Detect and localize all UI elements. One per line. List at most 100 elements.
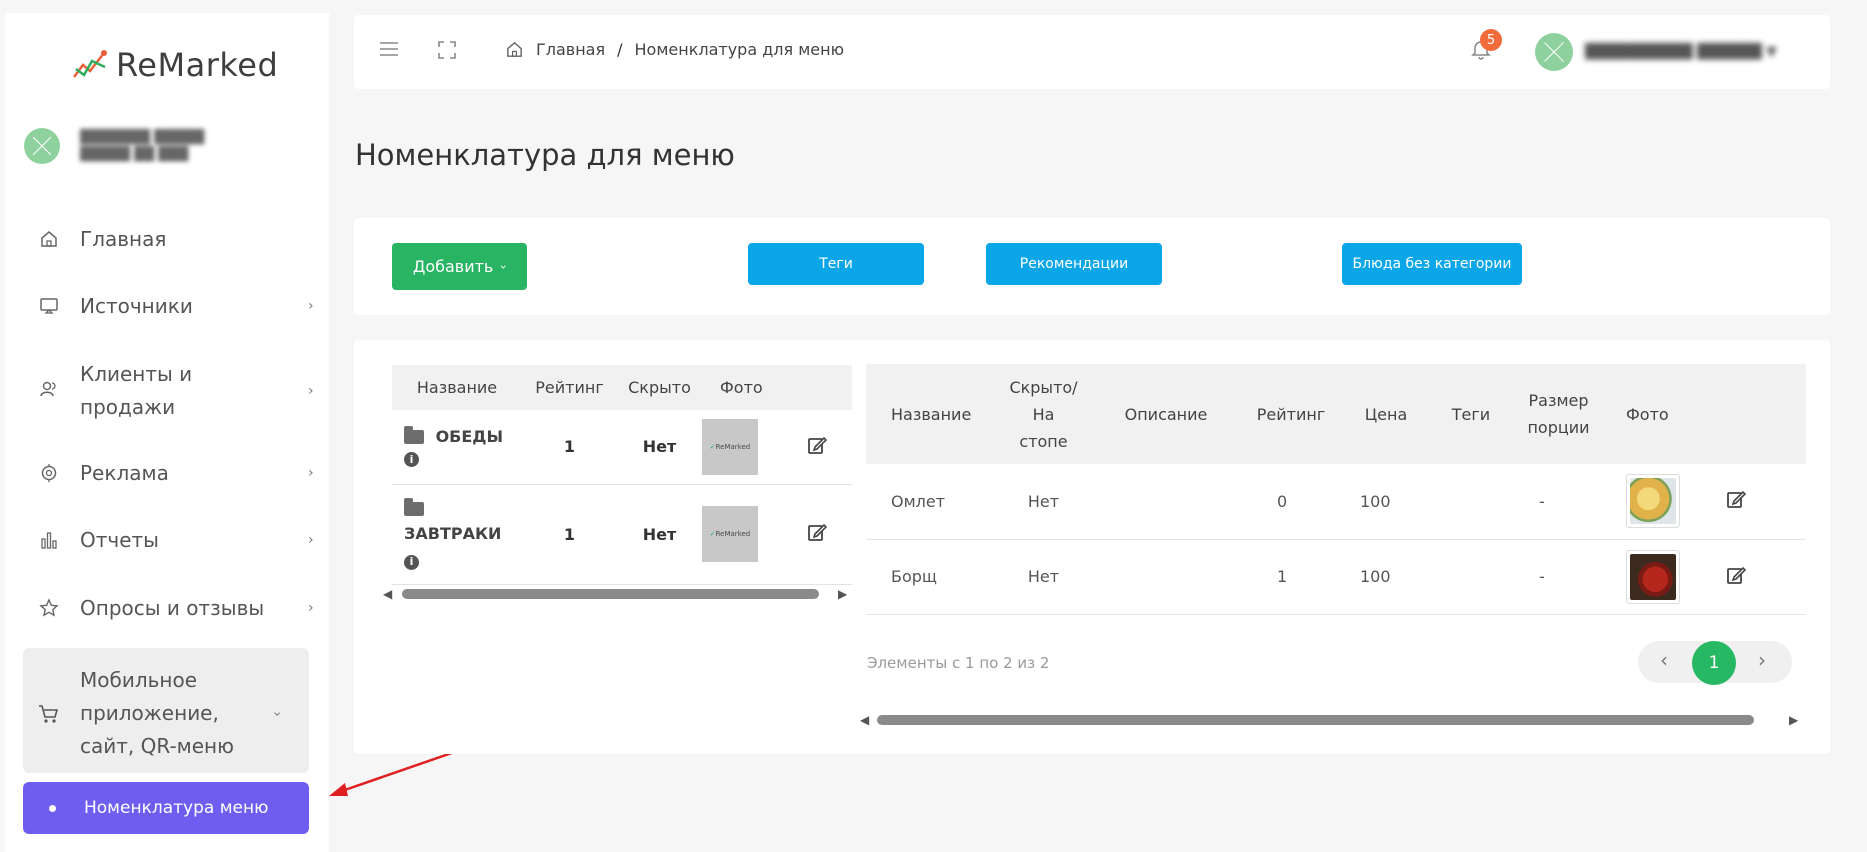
edit-icon[interactable] — [807, 436, 828, 459]
column-header[interactable]: Цена — [1341, 364, 1431, 464]
dish-thumbnail-omelet — [1626, 474, 1680, 529]
notification-badge: 5 — [1480, 29, 1502, 51]
info-icon[interactable]: i — [404, 554, 419, 570]
pagination-info: Элементы с 1 по 2 из 2 — [867, 654, 1050, 672]
sidebar-item-ads[interactable]: Реклама › — [38, 461, 314, 485]
edit-icon[interactable] — [1726, 491, 1747, 513]
pagination-current-page[interactable]: 1 — [1692, 641, 1736, 685]
hamburger-menu-icon[interactable] — [380, 41, 398, 60]
dish-thumbnail-borscht — [1626, 549, 1680, 604]
star-icon — [38, 597, 60, 619]
scroll-left-arrow[interactable]: ◀ — [383, 587, 392, 601]
column-header-actions — [1716, 364, 1806, 464]
scroll-left-arrow[interactable]: ◀ — [860, 713, 869, 727]
table-row[interactable]: ЗАВТРАКИ i 1 Нет ✓ ReMarked — [392, 484, 852, 585]
table-row[interactable]: ОБЕДЫ i 1 Нет ✓ ReMarked — [392, 410, 852, 485]
rating-cell: 1 — [522, 484, 617, 585]
monitor-icon — [38, 295, 60, 317]
sidebar-item-label: Главная — [80, 227, 167, 251]
scroll-right-arrow[interactable]: ▶ — [838, 587, 847, 601]
sidebar-item-label: Мобильное приложение, сайт, QR-меню — [80, 668, 234, 758]
table-row[interactable]: Борщ Нет 1 100 - — [866, 539, 1806, 615]
table-row[interactable]: Омлет Нет 0 100 - — [866, 464, 1806, 540]
column-header[interactable]: Описание — [1091, 364, 1241, 464]
price-cell: 100 — [1341, 464, 1431, 540]
hidden-cell: Нет — [996, 464, 1091, 540]
bar-chart-icon — [38, 529, 60, 551]
fullscreen-icon[interactable] — [438, 41, 456, 63]
photo-cell: ✓ ReMarked — [702, 484, 782, 585]
sidebar-user[interactable]: ███████ █████ █████ ██ ███ — [24, 128, 204, 164]
chevron-right-icon: › — [308, 600, 314, 616]
column-header[interactable]: Скрыто/ На стопе — [996, 364, 1091, 464]
edit-cell — [782, 410, 852, 485]
edit-icon[interactable] — [807, 523, 828, 546]
sidebar-item-sources[interactable]: Источники › — [38, 294, 314, 318]
hidden-cell: Нет — [996, 539, 1091, 615]
chevron-right-icon: › — [308, 383, 314, 399]
breadcrumb-current: Номенклатура для меню — [634, 40, 845, 59]
sidebar-item-label: Источники — [80, 294, 193, 318]
price-cell: 100 — [1341, 539, 1431, 615]
column-header[interactable]: Теги — [1431, 364, 1511, 464]
sidebar-item-label: Отчеты — [80, 528, 159, 552]
photo-cell — [1606, 464, 1716, 540]
column-header[interactable]: Размер порции — [1511, 364, 1606, 464]
photo-cell — [1606, 539, 1716, 615]
sidebar-item-clients[interactable]: Клиенты и продажи › — [38, 358, 314, 424]
sidebar-item-surveys[interactable]: Опросы и отзывы › — [38, 596, 314, 620]
uncategorized-dishes-button[interactable]: Блюда без категории — [1342, 243, 1522, 285]
logo-chart-icon — [73, 50, 107, 78]
portion-cell: - — [1511, 464, 1606, 540]
pagination-prev-icon[interactable]: ‹ — [1660, 648, 1668, 672]
chevron-down-icon: › — [496, 264, 511, 269]
sidebar-item-home[interactable]: Главная — [38, 227, 166, 251]
categories-table: Название Рейтинг Скрыто Фото ОБЕДЫ i 1 Н… — [392, 365, 852, 585]
recommendations-button[interactable]: Рекомендации — [986, 243, 1162, 285]
home-icon[interactable] — [505, 40, 524, 59]
portion-cell: - — [1511, 539, 1606, 615]
column-header[interactable]: Рейтинг — [1241, 364, 1341, 464]
category-thumbnail: ✓ ReMarked — [702, 506, 758, 562]
breadcrumb-home-link[interactable]: Главная — [536, 40, 605, 59]
chevron-right-icon: › — [308, 532, 314, 548]
tags-cell — [1431, 539, 1511, 615]
scroll-right-arrow[interactable]: ▶ — [1789, 713, 1798, 727]
hidden-cell: Нет — [617, 410, 702, 485]
column-header[interactable]: Фото — [702, 365, 782, 410]
column-header[interactable]: Фото — [1606, 364, 1716, 464]
edit-cell — [782, 484, 852, 585]
category-name-cell: ЗАВТРАКИ i — [392, 484, 522, 585]
chevron-down-icon: › — [268, 710, 285, 717]
tags-button[interactable]: Теги — [748, 243, 924, 285]
brand-logo[interactable]: ReMarked — [72, 46, 278, 84]
category-name: ОБЕДЫ — [435, 426, 504, 446]
column-header[interactable]: Скрыто — [617, 365, 702, 410]
column-header[interactable]: Рейтинг — [522, 365, 617, 410]
user-avatar[interactable] — [1535, 33, 1573, 71]
dish-name-cell: Омлет — [866, 464, 996, 540]
user-menu-blurred[interactable]: ██████████ ██████ ▼ — [1585, 44, 1777, 60]
folder-icon — [404, 426, 424, 445]
home-icon — [38, 228, 60, 250]
breadcrumb-separator: / — [617, 40, 623, 59]
horizontal-scrollbar[interactable] — [402, 589, 819, 599]
add-button[interactable]: Добавить › — [392, 243, 527, 290]
description-cell — [1091, 464, 1241, 540]
cart-icon — [38, 703, 60, 725]
edit-icon[interactable] — [1726, 566, 1747, 589]
description-cell — [1091, 539, 1241, 615]
avatar — [24, 128, 60, 164]
chevron-right-icon: › — [308, 465, 314, 481]
table-header-row: Название Скрыто/ На стопе Описание Рейти… — [866, 364, 1806, 464]
sidebar-item-mobile[interactable]: Мобильное приложение, сайт, QR-меню › — [38, 664, 285, 763]
sidebar-subitem-menu-nomenclature[interactable]: Номенклатура меню — [23, 782, 309, 834]
column-header[interactable]: Название — [866, 364, 996, 464]
info-icon[interactable]: i — [404, 451, 419, 467]
pagination-next-icon[interactable]: › — [1758, 648, 1766, 672]
add-button-label: Добавить — [412, 257, 494, 276]
column-header[interactable]: Название — [392, 365, 522, 410]
sidebar-item-reports[interactable]: Отчеты › — [38, 528, 314, 552]
dishes-table: Название Скрыто/ На стопе Описание Рейти… — [866, 364, 1806, 615]
horizontal-scrollbar[interactable] — [877, 715, 1754, 725]
